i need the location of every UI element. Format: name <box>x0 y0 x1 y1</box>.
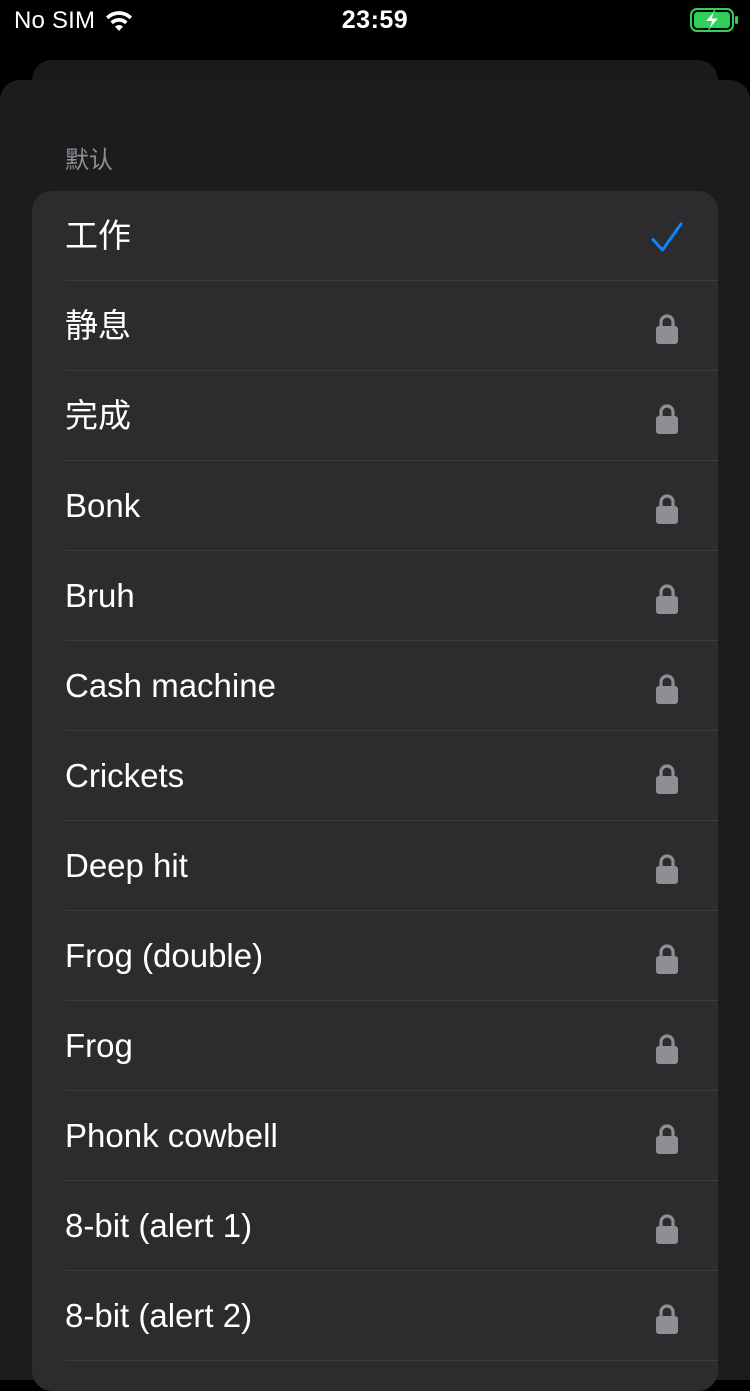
section-header: 默认 <box>65 147 113 174</box>
lock-icon <box>650 1121 684 1155</box>
sound-option-label: 8-bit (alert 1) <box>65 1207 253 1244</box>
sound-option[interactable]: Phonk cowbell <box>32 1091 718 1181</box>
sound-option-label: Phonk cowbell <box>65 1117 278 1154</box>
status-bar: No SIM 23:59 <box>0 0 750 42</box>
sound-option-label: Bruh <box>65 577 135 614</box>
lock-icon <box>650 491 684 525</box>
sound-option[interactable]: Deep hit <box>32 821 718 911</box>
sound-option-label: 静息 <box>65 307 131 344</box>
sound-option-label: Deep hit <box>65 847 188 884</box>
sound-option[interactable]: 静息 <box>32 281 718 371</box>
sound-option[interactable]: Crickets <box>32 731 718 821</box>
sound-option[interactable]: Bruh <box>32 551 718 641</box>
lock-icon <box>650 1031 684 1065</box>
sound-option-label: Crickets <box>65 757 185 794</box>
sound-option-label: Frog <box>65 1027 133 1064</box>
lock-icon <box>650 401 684 435</box>
sound-option[interactable]: 完成 <box>32 371 718 461</box>
lock-icon <box>650 1301 684 1335</box>
lock-icon <box>650 581 684 615</box>
sound-option-label: Bonk <box>65 487 141 524</box>
sound-option[interactable]: 8-bit (alert 1) <box>32 1181 718 1271</box>
lock-icon <box>650 941 684 975</box>
sound-option[interactable]: Frog (double) <box>32 911 718 1001</box>
checkmark-icon <box>650 221 684 255</box>
sound-option-label: 工作 <box>65 217 131 254</box>
sound-option[interactable]: 工作 <box>32 191 718 281</box>
sound-option[interactable]: Cash machine <box>32 641 718 731</box>
sound-option-label: Frog (double) <box>65 937 264 974</box>
sound-list: 工作静息完成 Bonk Bruh Cash machine Crickets Deep h… <box>32 191 718 1391</box>
battery-charging-icon <box>690 7 740 33</box>
lock-icon <box>650 671 684 705</box>
lock-icon <box>650 761 684 795</box>
lock-icon <box>650 311 684 345</box>
sound-option-label: 8-bit (alert 2) <box>65 1297 253 1334</box>
sound-option-label: 完成 <box>65 397 131 434</box>
clock: 23:59 <box>341 6 409 34</box>
lock-icon <box>650 851 684 885</box>
sound-option[interactable]: Bonk <box>32 461 718 551</box>
lock-icon <box>650 1211 684 1245</box>
sound-option[interactable]: 8-bit (alert 2) <box>32 1271 718 1361</box>
sound-option[interactable]: Frog <box>32 1001 718 1091</box>
sound-option-label: Cash machine <box>65 667 276 704</box>
